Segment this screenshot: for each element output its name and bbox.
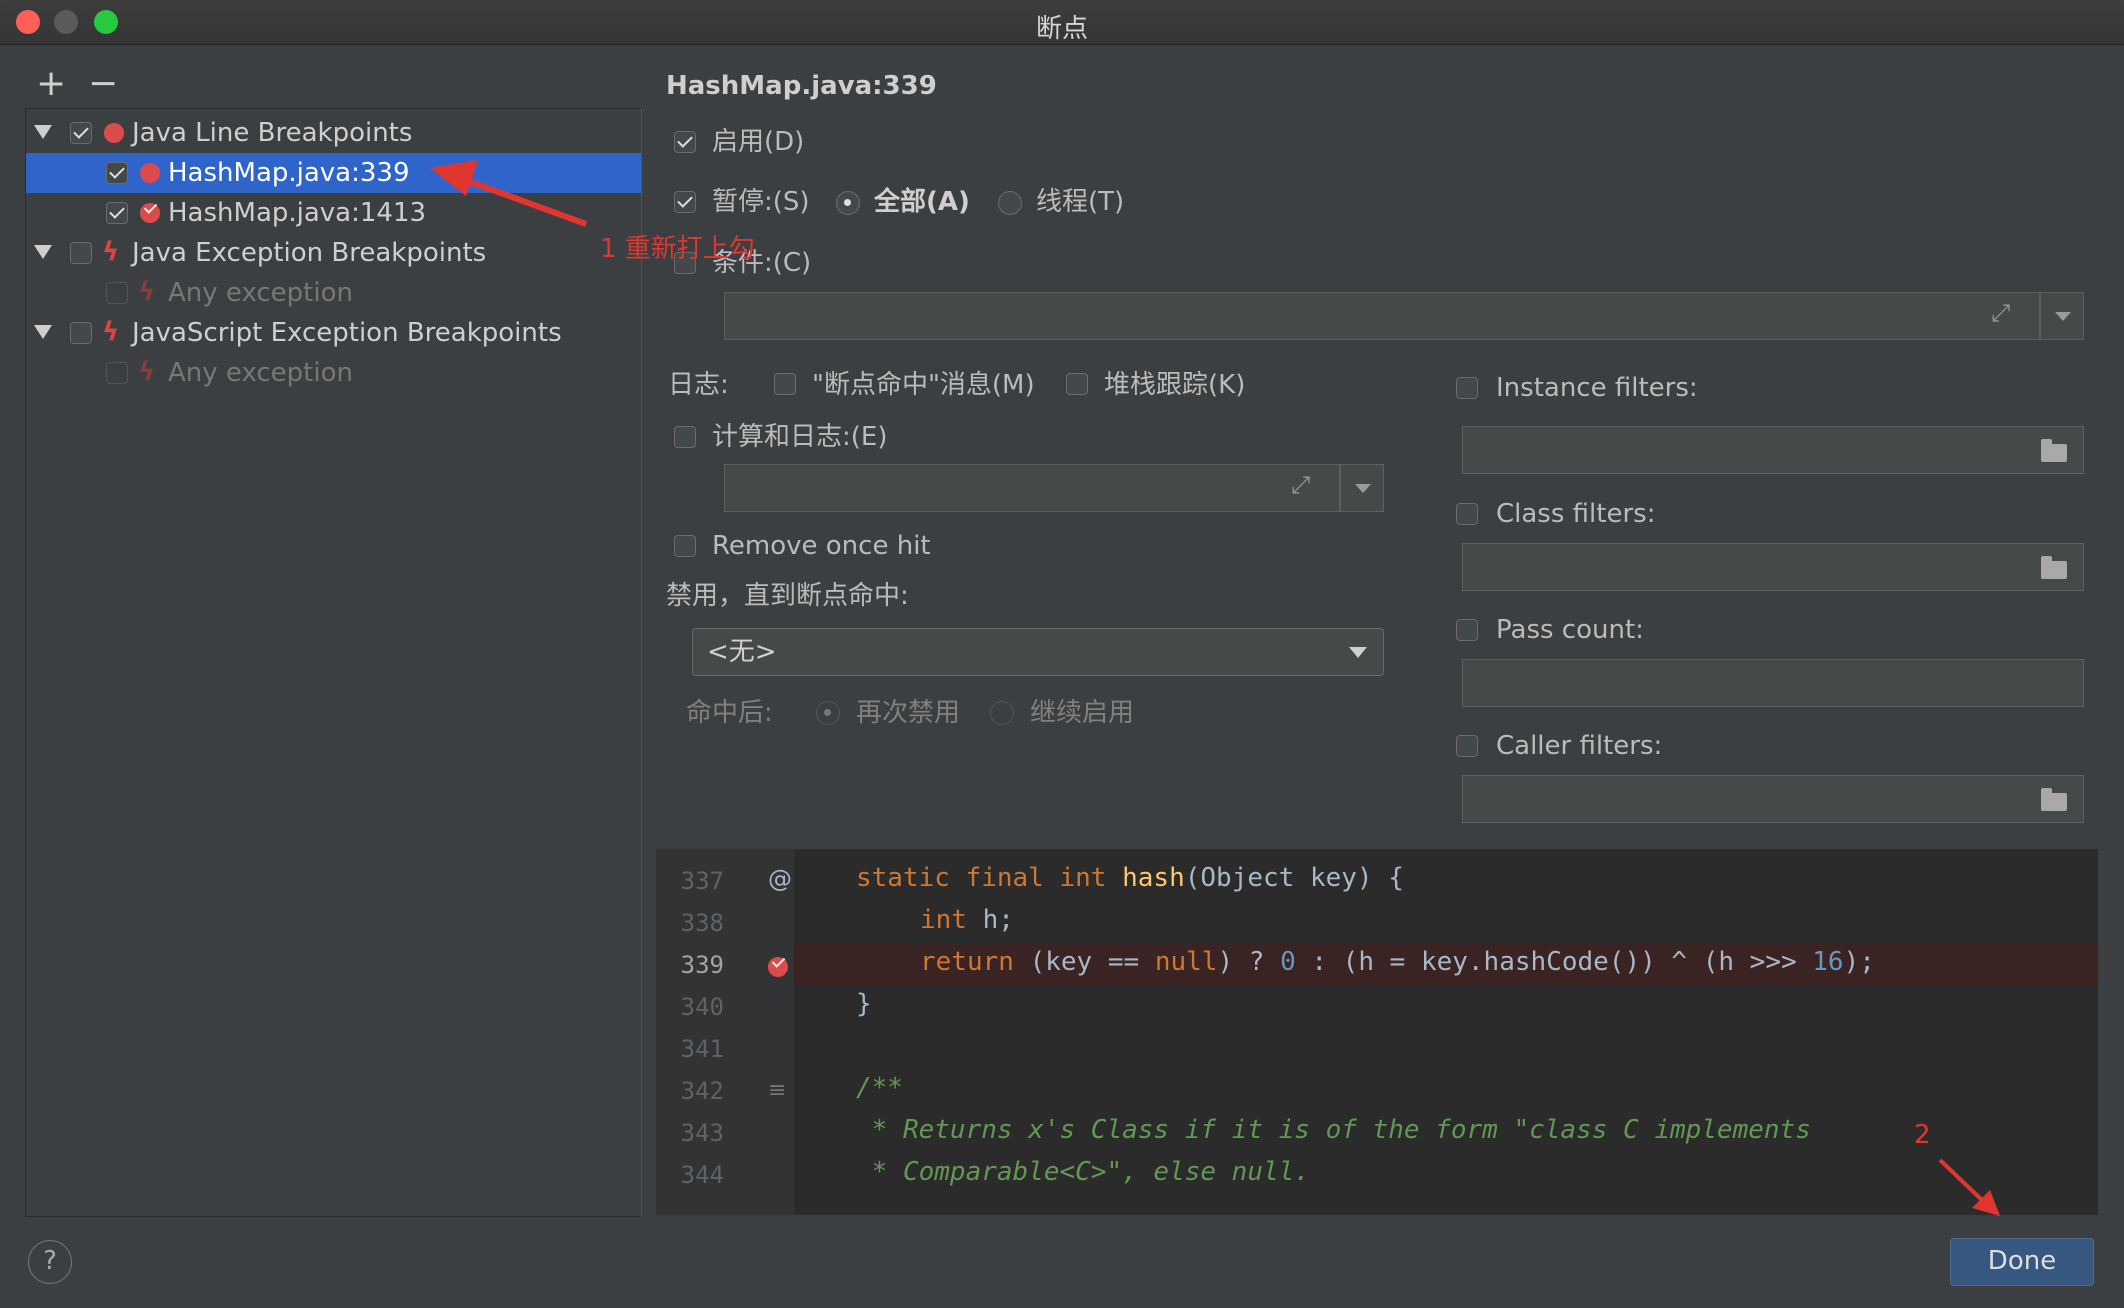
annotation-note-1: 1 重新打上勾 [600, 234, 755, 264]
annotation-note-2: 2 [1914, 1120, 1931, 1150]
annotation-arrows [430, 160, 2000, 1216]
breakpoints-dialog: 断点 + − Java Line Breakpoints HashMap.jav… [0, 0, 2124, 1308]
